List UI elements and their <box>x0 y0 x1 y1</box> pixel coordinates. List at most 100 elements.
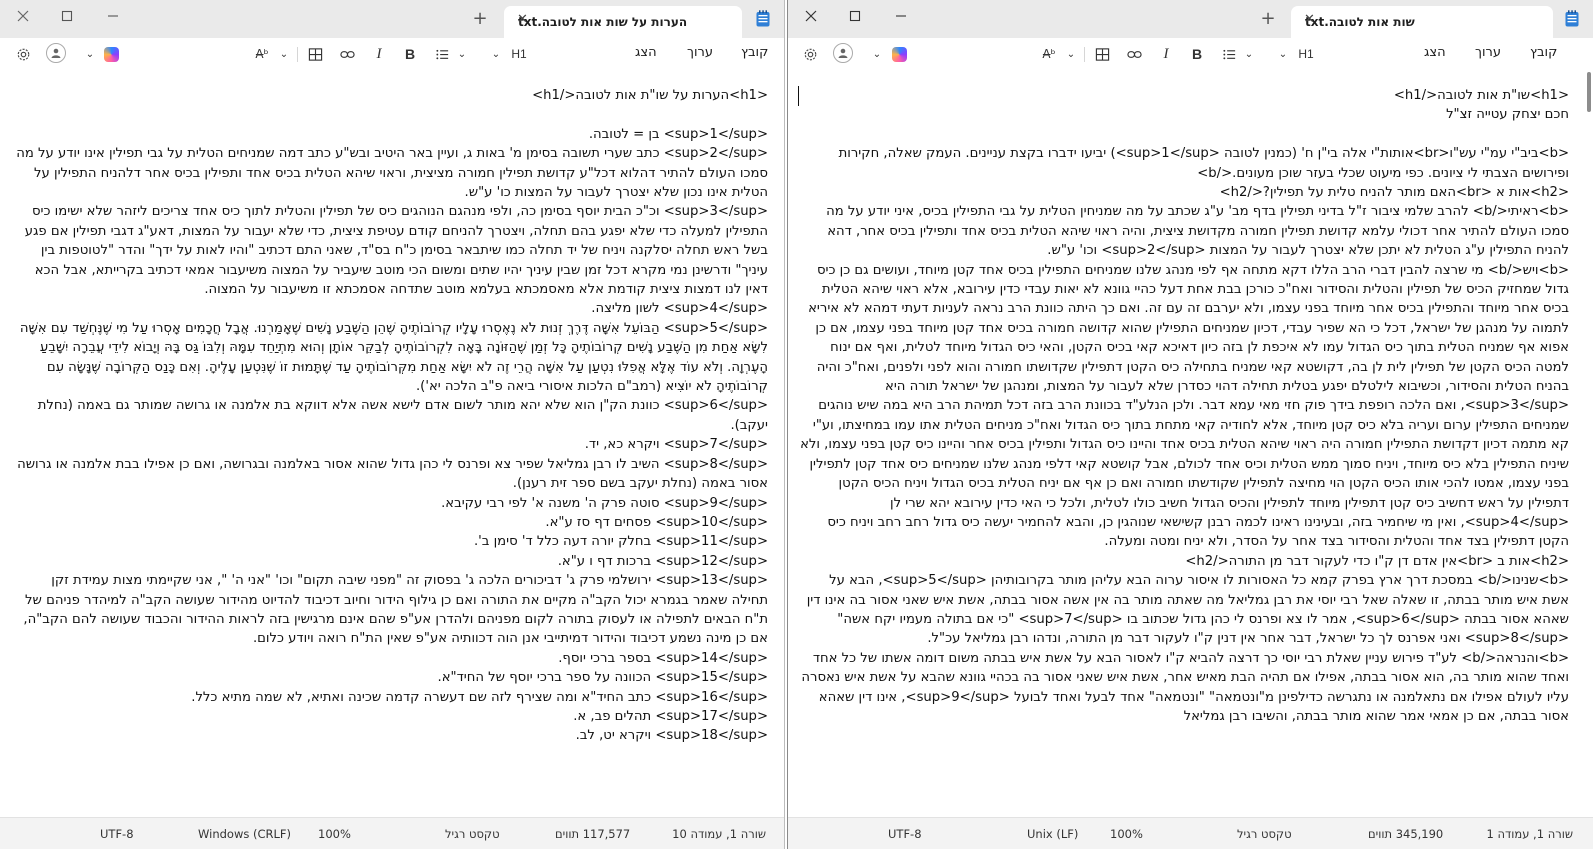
status-zoom[interactable]: 100% <box>318 827 351 841</box>
editor-text-area[interactable]: <h1>הערות על שו"ת אות לטובה</h1> <sup>1</… <box>0 70 784 817</box>
heading-label: H1 <box>511 47 527 61</box>
new-tab-button[interactable]: + <box>467 8 493 29</box>
copilot-icon[interactable] <box>892 47 907 62</box>
table-icon <box>1095 47 1109 61</box>
status-line-ending[interactable]: Unix (LF) <box>1027 827 1078 841</box>
maximize-button[interactable] <box>832 0 878 32</box>
heading-dropdown[interactable]: ⌄ <box>490 44 502 64</box>
list-icon <box>1222 49 1235 59</box>
settings-button[interactable] <box>801 44 819 64</box>
account-button[interactable] <box>833 43 853 63</box>
maximize-button[interactable] <box>44 0 90 32</box>
text-line: <sup>16</sup> כתב החיד"א ומה שצירף לזה ש… <box>191 689 768 705</box>
notepad-icon <box>756 10 770 27</box>
minimize-button[interactable] <box>90 0 136 32</box>
link-icon <box>1126 50 1142 58</box>
text-line: <b>ויש</b> מי שרצה להבין דברי הרב הללו ד… <box>800 262 1569 550</box>
gear-icon <box>804 48 816 60</box>
status-format[interactable]: טקסט רגיל <box>445 827 500 841</box>
text-line: <sup>15</sup> הכוונה על ספר ברכי יוסף של… <box>437 670 768 686</box>
text-line: <h2>אות א <br>האם מותר להניח טלית על תפי… <box>1219 185 1569 201</box>
close-icon <box>805 10 817 22</box>
text-line: חכם יצחק עטייה זצ"ל <box>1446 107 1569 123</box>
list-button[interactable] <box>1219 44 1239 64</box>
rewrite-button[interactable]: A̶ᵇ <box>252 44 272 64</box>
heading-button[interactable]: H1 <box>1295 44 1317 64</box>
bold-button[interactable]: B <box>403 44 417 64</box>
status-line-ending[interactable]: Windows (CRLF) <box>198 827 291 841</box>
menu-view[interactable]: הצג <box>1424 45 1446 60</box>
menu-edit[interactable]: ערוך <box>687 45 713 60</box>
italic-button[interactable]: I <box>372 44 386 64</box>
copilot-icon[interactable] <box>104 47 119 62</box>
minimize-button[interactable] <box>878 0 924 32</box>
maximize-icon <box>61 10 73 22</box>
text-line: <b>ראיתי</b> להרב שלמי ציבור ז"ל בדיני ת… <box>826 204 1569 259</box>
tab-close-button[interactable]: ✕ <box>1304 12 1315 27</box>
status-format[interactable]: טקסט רגיל <box>1237 827 1292 841</box>
tab-notes-file[interactable]: הערות על שות אות לטובה.txt <box>504 6 742 38</box>
notepad-icon <box>1565 10 1579 27</box>
rewrite-icon: A̶ᵇ <box>255 47 269 61</box>
rewrite-dropdown[interactable]: ⌄ <box>278 44 290 64</box>
text-caret <box>798 86 799 106</box>
table-button[interactable] <box>1093 44 1111 64</box>
rewrite-dropdown[interactable]: ⌄ <box>1065 44 1077 64</box>
heading-dropdown[interactable]: ⌄ <box>1277 44 1289 64</box>
close-button[interactable] <box>788 0 834 32</box>
italic-button[interactable]: I <box>1159 44 1173 64</box>
text-line: <sup>12</sup> ברכות דף ו ע"א. <box>557 553 768 569</box>
editor-text-area[interactable]: <h1>שו"ת אות לטובה</h1> חכם יצחק עטייה זצ… <box>788 70 1593 817</box>
table-button[interactable] <box>306 44 324 64</box>
account-button[interactable] <box>46 43 66 63</box>
settings-button[interactable] <box>14 44 32 64</box>
chevron-down-icon: ⌄ <box>85 48 95 60</box>
bold-icon: B <box>404 46 416 62</box>
rewrite-icon: A̶ᵇ <box>1042 47 1056 61</box>
status-char-count: 117,577 תווים <box>555 827 631 841</box>
text-line: <sup>10</sup> פסחים דף סז ע"א. <box>545 514 768 530</box>
status-zoom[interactable]: 100% <box>1110 827 1143 841</box>
notepad-window-main: + שות אות לטובה.txt ✕ ⌄ A̶ᵇ ⌄ I B ⌄ ⌄ H1… <box>787 0 1593 849</box>
text-line: <sup>6</sup> כוונת הק"ן הוא שלא יהא מותר… <box>37 398 768 433</box>
list-dropdown[interactable]: ⌄ <box>1243 44 1255 64</box>
tab-close-button[interactable]: ✕ <box>517 12 528 27</box>
vertical-scrollbar[interactable] <box>1587 72 1591 112</box>
menu-edit[interactable]: ערוך <box>1475 45 1501 60</box>
chevron-down-icon: ⌄ <box>1066 48 1076 60</box>
menu-bar: ⌄ A̶ᵇ ⌄ I B ⌄ H1 ⌄ קובץ ערוך הצג <box>0 38 784 70</box>
editor-text: <h1>הערות על שו"ת אות לטובה</h1> <sup>1</… <box>14 86 768 746</box>
link-icon <box>339 50 355 58</box>
menu-file[interactable]: קובץ <box>1530 45 1557 60</box>
close-icon <box>17 10 29 22</box>
bold-button[interactable]: B <box>1190 44 1204 64</box>
text-line: <sup>4</sup> לשון מליצה. <box>591 301 768 317</box>
toolbar-separator <box>1084 47 1085 62</box>
status-encoding[interactable]: UTF-8 <box>888 827 922 841</box>
minimize-icon <box>896 15 906 17</box>
text-line: <b>שנינו</b> במסכת דרך ארץ בפרק קמא כל ה… <box>806 573 1569 647</box>
text-line: <sup>8</sup> השיב לו רבן גמליאל שפיר צא … <box>17 456 768 492</box>
new-tab-button[interactable]: + <box>1255 8 1281 29</box>
heading-button[interactable]: H1 <box>508 44 530 64</box>
link-button[interactable] <box>1125 44 1143 64</box>
status-encoding[interactable]: UTF-8 <box>100 827 134 841</box>
rewrite-button[interactable]: A̶ᵇ <box>1039 44 1059 64</box>
chevron-down-icon: ⌄ <box>279 48 289 60</box>
heading-label: H1 <box>1298 47 1314 61</box>
list-dropdown[interactable]: ⌄ <box>456 44 468 64</box>
text-line: <sup>7</sup> ויקרא כא, יד. <box>584 437 768 453</box>
link-button[interactable] <box>338 44 356 64</box>
menu-file[interactable]: קובץ <box>741 45 768 60</box>
account-dropdown[interactable]: ⌄ <box>871 44 883 64</box>
close-button[interactable] <box>0 0 46 32</box>
minimize-icon <box>108 15 118 17</box>
menu-view[interactable]: הצג <box>635 45 657 60</box>
text-line: <h1>הערות על שו"ת אות לטובה</h1> <box>532 88 768 103</box>
text-line: <sup>17</sup> תהלים פב, א. <box>573 708 768 724</box>
text-line: <sup>11</sup> בחלק יורה דעה כלל ד' סימן … <box>473 534 768 550</box>
tab-main-file[interactable]: שות אות לטובה.txt <box>1291 6 1553 38</box>
person-icon <box>51 48 61 58</box>
account-dropdown[interactable]: ⌄ <box>84 44 96 64</box>
list-button[interactable] <box>432 44 452 64</box>
